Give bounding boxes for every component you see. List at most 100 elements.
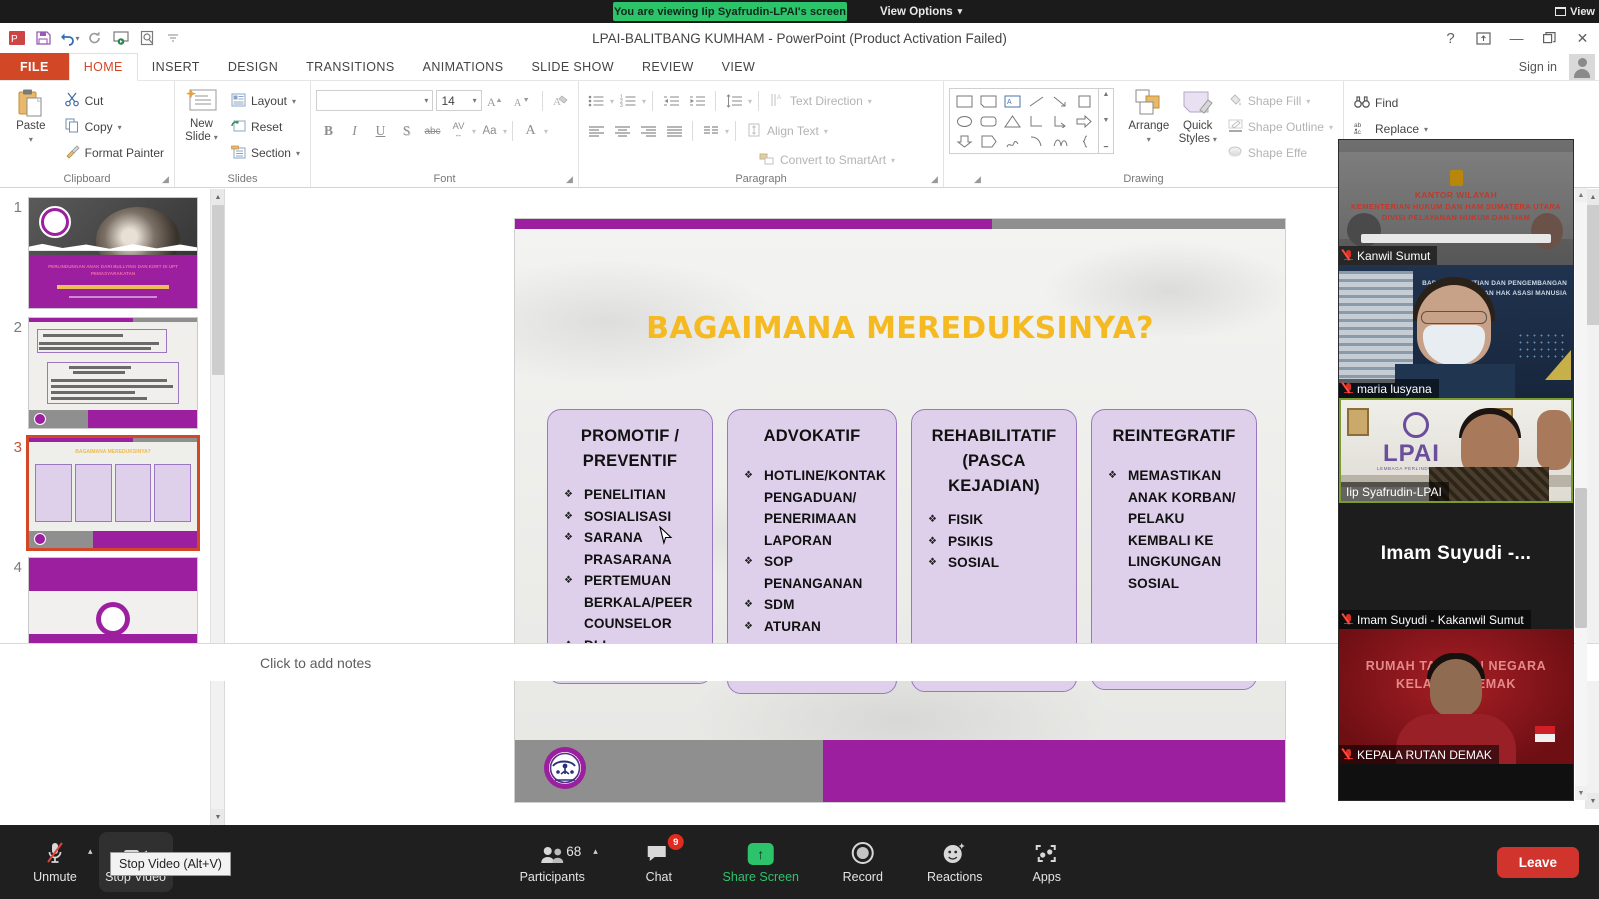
zoom-view-button[interactable]: View (1555, 2, 1595, 21)
close-button[interactable]: ✕ (1566, 23, 1599, 53)
shape-line-icon[interactable] (1024, 91, 1048, 111)
apps-button[interactable]: Apps (1010, 832, 1084, 892)
video-tile-kanwil-sumut[interactable]: KANTOR WILAYAH KEMENTERIAN HUKUM DAN HAM… (1339, 140, 1573, 265)
find-button[interactable]: Find (1349, 90, 1433, 116)
avatar[interactable] (1569, 54, 1595, 80)
tab-review[interactable]: REVIEW (628, 53, 708, 80)
bullets-icon[interactable] (584, 90, 608, 112)
increase-font-size-button[interactable]: A (485, 89, 508, 113)
video-tile-imam-suyudi[interactable]: Imam Suyudi -... Imam Suyudi - Kakanwil … (1339, 503, 1573, 629)
shape-elbow-arrow-icon[interactable] (1048, 111, 1072, 131)
arrange-button[interactable]: Arrange ▾ (1125, 84, 1173, 146)
decrease-indent-icon[interactable] (659, 90, 683, 112)
paragraph-dialog-launcher[interactable]: ◢ (931, 175, 940, 184)
start-presentation-icon[interactable] (108, 25, 134, 51)
chevron-down-icon[interactable]: ▾ (544, 127, 548, 136)
shape-effects-button[interactable]: Shape Effe (1223, 140, 1338, 166)
shapes-gallery-scroll[interactable]: ▲ ▼ ━ (1099, 88, 1114, 154)
shape-square-icon[interactable] (1072, 91, 1096, 111)
text-shadow-button[interactable]: S (394, 119, 419, 143)
cut-button[interactable]: Cut (60, 88, 169, 114)
shape-curve-icon[interactable] (1048, 131, 1072, 151)
current-slide[interactable]: BAGAIMANA MEREDUKSINYA? PROMOTIF / PREVE… (515, 219, 1285, 802)
layout-button[interactable]: Layout ▾ (226, 88, 305, 114)
scrollbar-thumb[interactable] (212, 205, 224, 375)
font-dialog-launcher[interactable]: ◢ (566, 175, 575, 184)
shape-fill-button[interactable]: Shape Fill ▾ (1223, 88, 1338, 114)
increase-indent-icon[interactable] (685, 90, 709, 112)
font-color-button[interactable]: A (518, 119, 543, 143)
new-slide-button[interactable]: New Slide ▾ (180, 84, 223, 144)
thumbnail-scrollbar[interactable]: ▲ ▼ (210, 189, 224, 825)
decrease-font-size-button[interactable]: A (511, 89, 534, 113)
clipboard-dialog-launcher[interactable]: ◢ (162, 175, 171, 184)
replace-button[interactable]: abac Replace ▾ (1349, 116, 1433, 142)
sign-in-link[interactable]: Sign in (1519, 53, 1557, 81)
scrollbar-thumb[interactable] (1587, 205, 1599, 325)
shape-arrow-icon[interactable] (1048, 91, 1072, 111)
chevron-down-icon[interactable]: ▾ (472, 127, 476, 136)
shape-rounded-rectangle-icon[interactable] (976, 111, 1000, 131)
scroll-up-icon[interactable]: ▲ (1575, 188, 1587, 202)
columns-icon[interactable] (699, 120, 723, 142)
change-case-button[interactable]: Aa (477, 119, 502, 143)
slide-thumbnail-pane[interactable]: 1 PERLINDUNGAN ANAK DARI BULLYING DAN KD… (0, 189, 225, 825)
justify-icon[interactable] (662, 120, 686, 142)
save-icon[interactable] (30, 25, 56, 51)
thumbnail-row-1[interactable]: 1 PERLINDUNGAN ANAK DARI BULLYING DAN KD… (0, 189, 224, 309)
tab-home[interactable]: HOME (69, 53, 138, 81)
thumbnail-row-3[interactable]: 3 BAGAIMANA MEREDUKSINYA? (0, 429, 224, 549)
tab-insert[interactable]: INSERT (138, 53, 214, 80)
strikethrough-button[interactable]: abc (420, 119, 445, 143)
shape-elbow-connector-icon[interactable] (1024, 111, 1048, 131)
undo-icon[interactable]: ▾ (56, 25, 82, 51)
audio-options-chevron-icon[interactable]: ▴ (88, 846, 93, 857)
slide-thumbnail-3[interactable]: BAGAIMANA MEREDUKSINYA? (28, 437, 198, 549)
restore-button[interactable] (1533, 23, 1566, 53)
shape-down-arrow-icon[interactable] (952, 131, 976, 151)
tab-view[interactable]: VIEW (708, 53, 770, 80)
section-button[interactable]: Section ▾ (226, 140, 305, 166)
customize-qat-icon[interactable] (160, 25, 186, 51)
share-screen-button[interactable]: ↑ Share Screen (714, 832, 808, 892)
reactions-button[interactable]: Reactions (918, 832, 992, 892)
slide-thumbnail-1[interactable]: PERLINDUNGAN ANAK DARI BULLYING DAN KDRT… (28, 197, 198, 309)
line-spacing-icon[interactable] (722, 90, 746, 112)
video-tile-kepala-rutan-demak[interactable]: RUMAH TAHANAN NEGARA KELAS IIB DEMAK KEP… (1339, 629, 1573, 764)
chevron-down-icon[interactable]: ▾ (642, 97, 646, 106)
chevron-down-icon[interactable]: ▾ (503, 127, 507, 136)
scroll-down-icon[interactable]: ▼ (1575, 786, 1587, 800)
participants-button[interactable]: Participants (515, 832, 589, 892)
scroll-up-icon[interactable]: ▲ (211, 189, 225, 205)
canvas-scrollbar[interactable]: ▲ ▼ (1585, 189, 1599, 809)
print-preview-icon[interactable] (134, 25, 160, 51)
tab-animations[interactable]: ANIMATIONS (409, 53, 518, 80)
help-button[interactable]: ? (1434, 23, 1467, 53)
chevron-down-icon[interactable]: ▾ (610, 97, 614, 106)
shape-text-box-icon[interactable]: A (1000, 91, 1024, 111)
clear-formatting-icon[interactable]: A (550, 89, 573, 113)
chevron-down-icon[interactable]: ▾ (725, 127, 729, 136)
unmute-button[interactable]: Unmute (18, 832, 92, 892)
redo-icon[interactable] (82, 25, 108, 51)
drawing-dialog-launcher[interactable]: ◢ (974, 175, 983, 184)
paste-button[interactable]: Paste ▾ (5, 84, 57, 146)
align-left-icon[interactable] (584, 120, 608, 142)
scrollbar-thumb[interactable] (1575, 488, 1587, 628)
align-text-button[interactable]: Align Text ▾ (742, 118, 833, 144)
font-name-input[interactable]: ▾ (316, 90, 433, 111)
tab-file[interactable]: FILE (0, 53, 69, 80)
chevron-down-icon[interactable]: ▾ (748, 97, 752, 106)
tab-transitions[interactable]: TRANSITIONS (292, 53, 408, 80)
scroll-up-icon[interactable]: ▲ (1586, 189, 1599, 205)
bold-button[interactable]: B (316, 119, 341, 143)
slide-thumbnail-2[interactable] (28, 317, 198, 429)
minimize-button[interactable]: — (1500, 23, 1533, 53)
scroll-up-icon[interactable]: ▲ (1103, 91, 1110, 98)
ribbon-display-options-button[interactable] (1467, 23, 1500, 53)
character-spacing-button[interactable]: AV ↔ (446, 119, 471, 143)
shape-rounded-rect-icon[interactable] (976, 91, 1000, 111)
scroll-down-icon[interactable]: ▼ (1103, 117, 1110, 124)
underline-button[interactable]: U (368, 119, 393, 143)
align-right-icon[interactable] (636, 120, 660, 142)
